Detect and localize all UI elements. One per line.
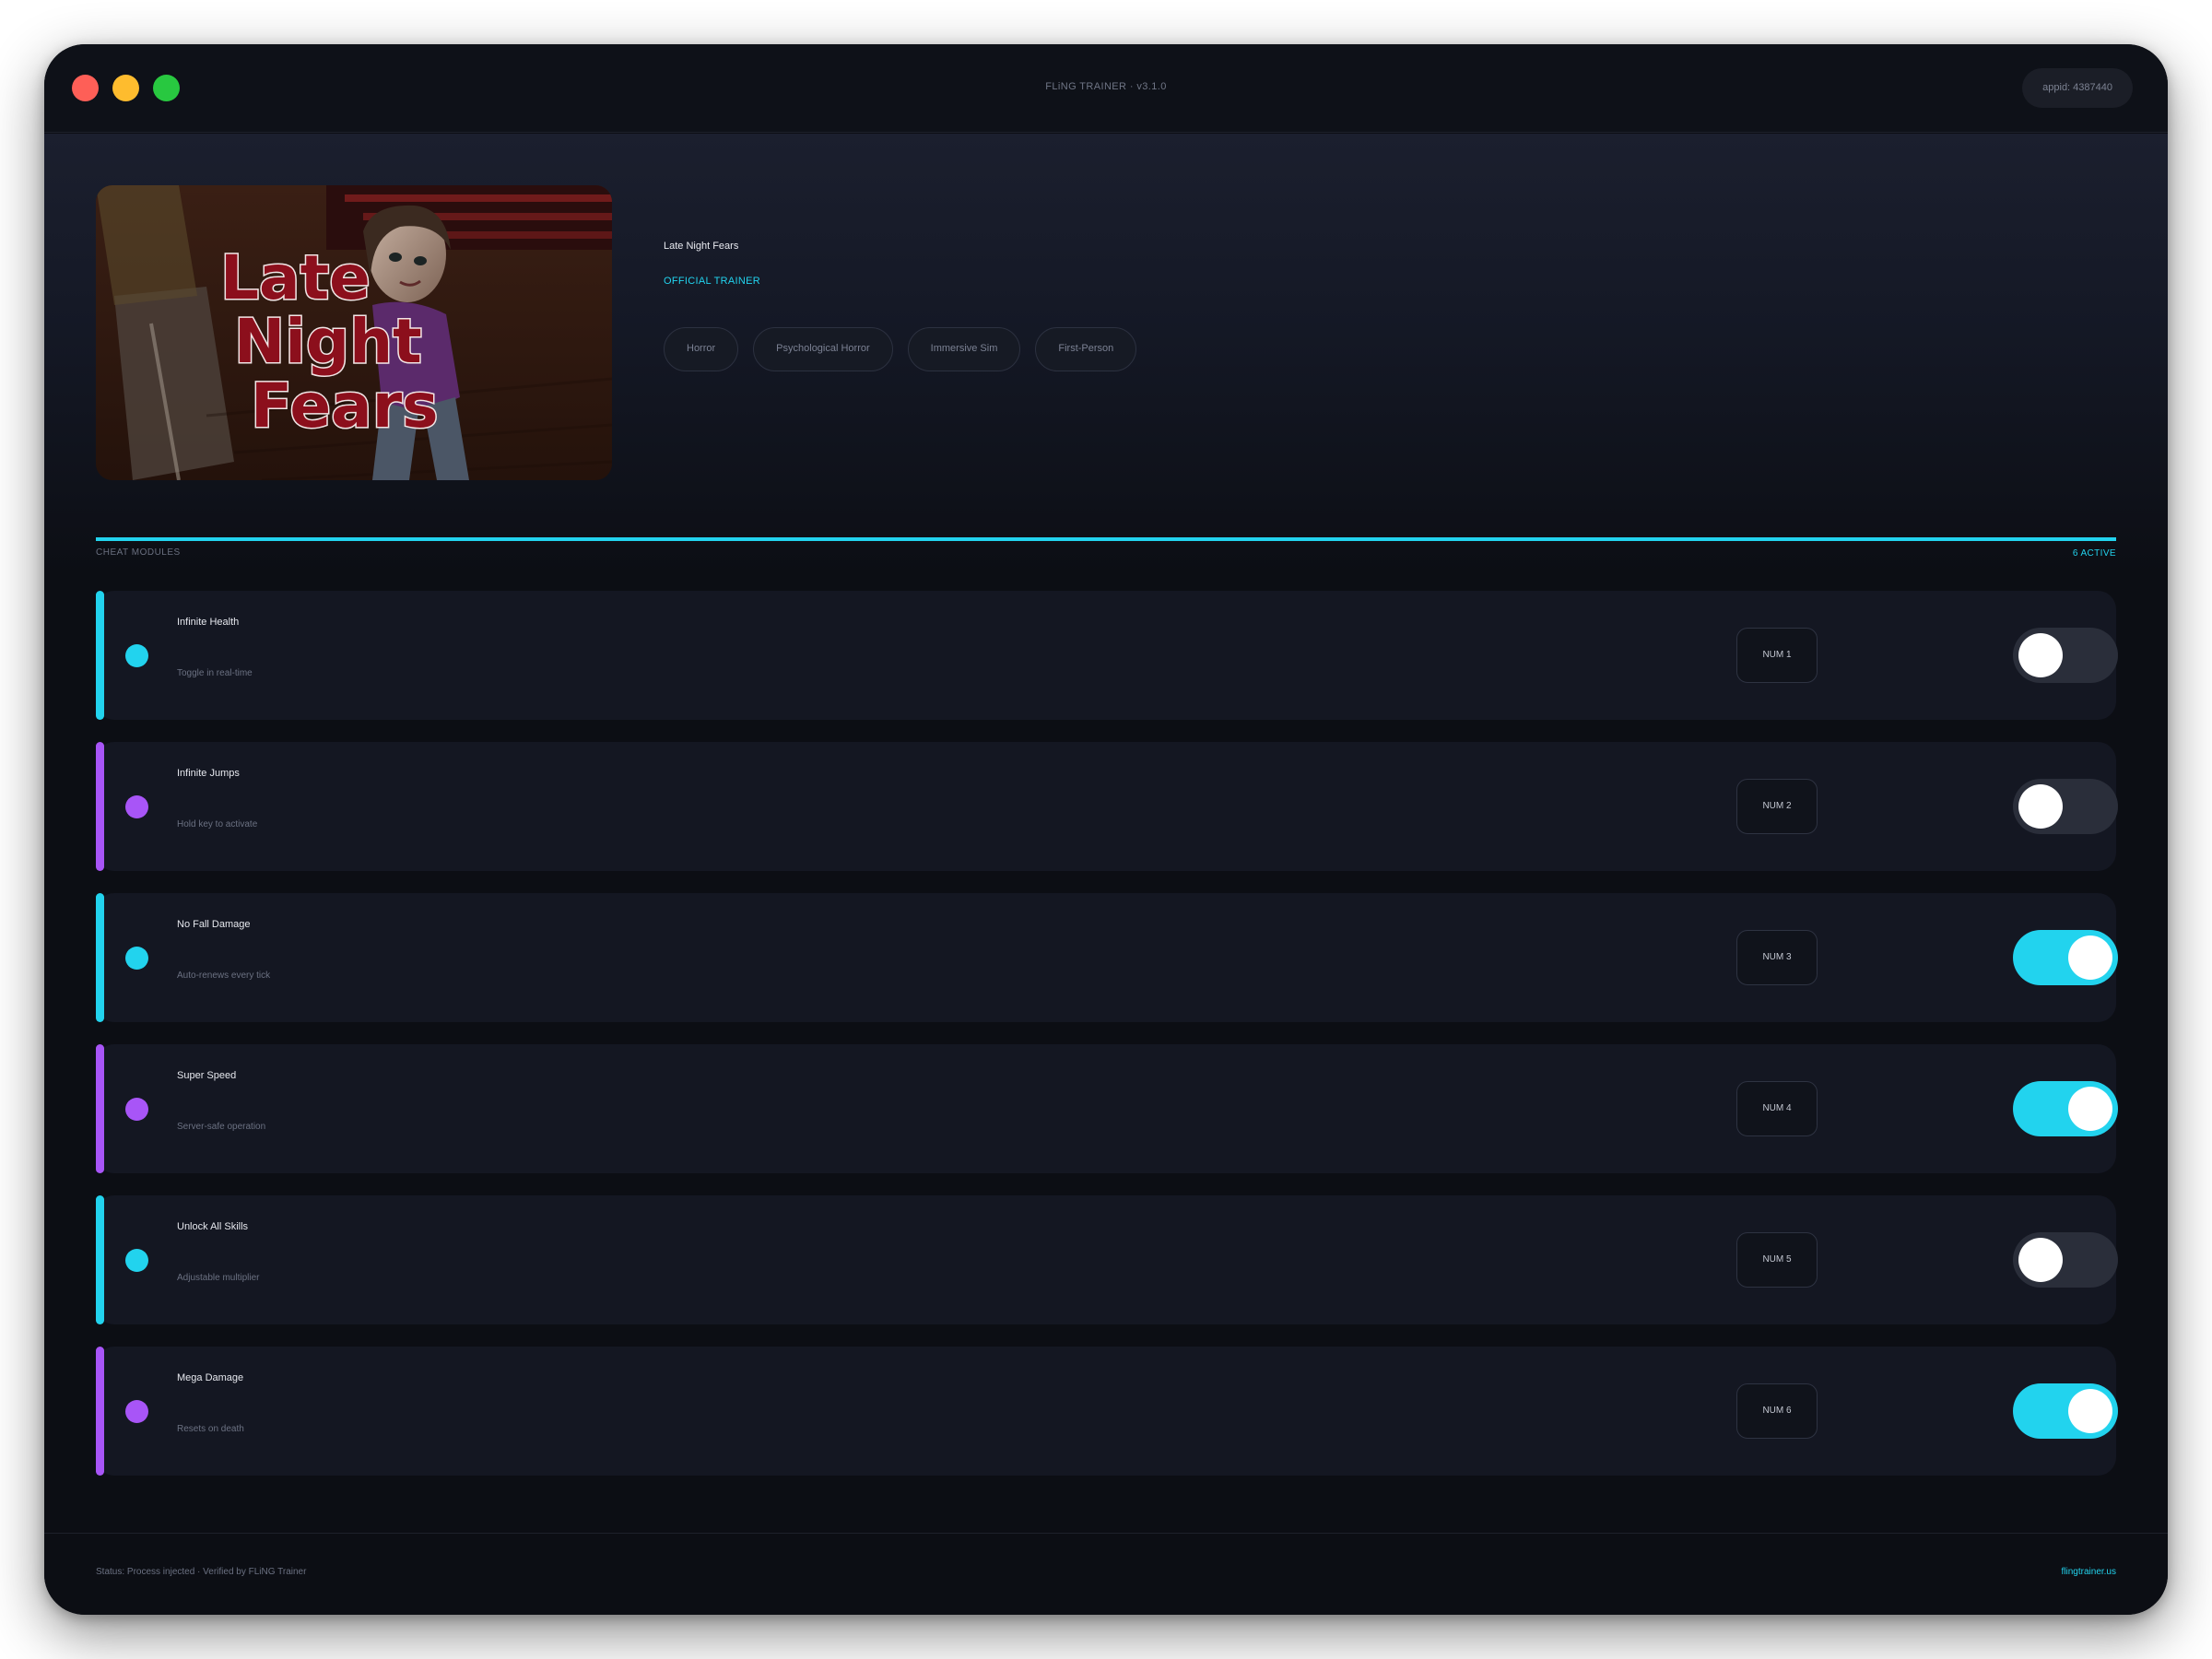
hotkey-badge[interactable]: NUM 6 [1736,1383,1818,1439]
trainer-window: FLiNG TRAINER · v3.1.0 appid: 4387440 La… [44,44,2168,1615]
hotkey-badge[interactable]: NUM 4 [1736,1081,1818,1136]
cheat-module: Unlock All Skills Adjustable multiplier … [96,1195,2118,1324]
window-title: FLiNG TRAINER · v3.1.0 [1045,81,1167,92]
tag-chip[interactable]: Horror [664,327,739,371]
game-title: Late Night Fears [664,241,739,252]
module-description: Server-safe operation [177,1122,266,1132]
cheat-module: Super Speed Server-safe operation NUM 4 [96,1044,2118,1173]
module-toggle[interactable] [2013,779,2118,834]
toggle-knob [2068,1389,2112,1433]
module-status-dot [125,1098,148,1121]
module-accent-bar [96,591,104,720]
module-accent-bar [96,1044,104,1173]
toggle-knob [2018,784,2063,829]
title-bar: FLiNG TRAINER · v3.1.0 appid: 4387440 [44,44,2168,133]
game-cover-image: Late Night Fears [96,185,612,480]
module-description: Toggle in real-time [177,668,253,678]
module-status-dot [125,947,148,970]
module-name: Infinite Health [177,617,240,628]
module-name: No Fall Damage [177,919,251,930]
toggle-knob [2068,935,2112,980]
cover-word-2: Night [234,306,422,377]
cheat-module: Infinite Health Toggle in real-time NUM … [96,591,2118,720]
module-description: Adjustable multiplier [177,1273,260,1283]
module-description: Resets on death [177,1424,244,1434]
tag-chip[interactable]: Psychological Horror [753,327,893,371]
module-status-dot [125,1400,148,1423]
cover-word-3: Fears [251,371,439,441]
section-label: CHEAT MODULES [96,547,181,558]
official-trainer-badge: OFFICIAL TRAINER [664,276,761,287]
active-count: 6 ACTIVE [2072,548,2116,559]
toggle-knob [2068,1087,2112,1131]
module-name: Super Speed [177,1070,237,1081]
hotkey-badge[interactable]: NUM 2 [1736,779,1818,834]
module-name: Unlock All Skills [177,1221,249,1232]
toggle-knob [2018,633,2063,677]
game-hero: Late Night Fears Late Night Fears OFFICI… [44,134,2168,576]
module-status-dot [125,795,148,818]
tag-chip[interactable]: First-Person [1035,327,1137,371]
module-toggle[interactable] [2013,1383,2118,1439]
module-toggle[interactable] [2013,1232,2118,1288]
module-accent-bar [96,1195,104,1324]
module-status-dot [125,1249,148,1272]
section-divider [96,537,2116,541]
module-accent-bar [96,893,104,1022]
module-toggle[interactable] [2013,628,2118,683]
cheat-module-list: Infinite Health Toggle in real-time NUM … [96,591,2118,1498]
module-description: Hold key to activate [177,819,258,830]
cover-logo: Late Night Fears [219,241,441,443]
hotkey-badge[interactable]: NUM 3 [1736,930,1818,985]
cheat-module: No Fall Damage Auto-renews every tick NU… [96,893,2118,1022]
module-toggle[interactable] [2013,930,2118,985]
appid-badge: appid: 4387440 [2022,68,2133,108]
module-name: Infinite Jumps [177,768,240,779]
module-toggle[interactable] [2013,1081,2118,1136]
module-name: Mega Damage [177,1372,244,1383]
toggle-knob [2018,1238,2063,1282]
website-link[interactable]: flingtrainer.us [2062,1567,2116,1577]
genre-tags: Horror Psychological Horror Immersive Si… [664,327,1137,371]
tag-chip[interactable]: Immersive Sim [907,327,1021,371]
module-accent-bar [96,742,104,871]
cheat-module: Infinite Jumps Hold key to activate NUM … [96,742,2118,871]
cheat-module: Mega Damage Resets on death NUM 6 [96,1347,2118,1476]
status-text: Status: Process injected · Verified by F… [96,1567,307,1577]
module-status-dot [125,644,148,667]
status-footer: Status: Process injected · Verified by F… [44,1533,2168,1615]
cover-word-1: Late [220,242,371,313]
module-description: Auto-renews every tick [177,971,271,981]
hotkey-badge[interactable]: NUM 5 [1736,1232,1818,1288]
module-accent-bar [96,1347,104,1476]
hotkey-badge[interactable]: NUM 1 [1736,628,1818,683]
